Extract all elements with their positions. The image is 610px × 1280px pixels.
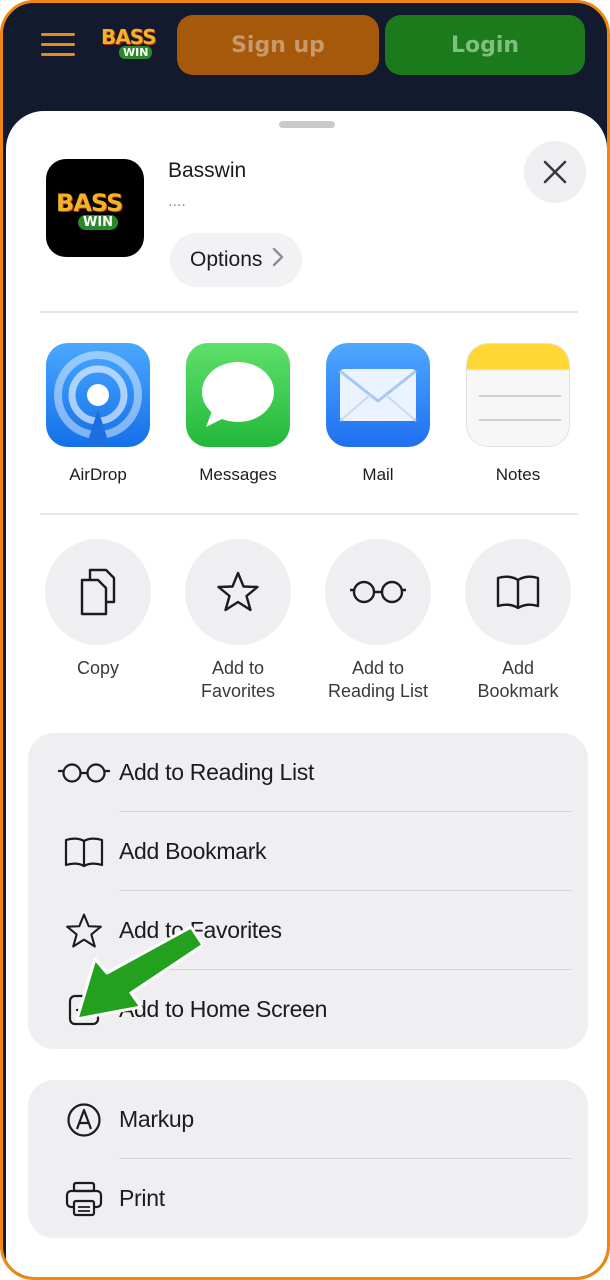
action-circle: [185, 539, 291, 645]
book-icon: [496, 575, 540, 610]
action-add-bookmark[interactable]: Add Bookmark: [448, 539, 588, 703]
site-logo-bottom: WIN: [119, 46, 153, 59]
action-copy[interactable]: Copy: [28, 539, 168, 680]
site-logo[interactable]: BASS WIN: [101, 25, 163, 65]
glasses-icon: [350, 580, 406, 604]
share-app-airdrop[interactable]: AirDrop: [38, 343, 158, 485]
action-label: Copy: [76, 658, 120, 678]
markup-icon: [58, 1100, 110, 1140]
messages-icon: [186, 343, 290, 447]
notes-icon: [466, 343, 570, 447]
share-app-mail[interactable]: Mail: [318, 343, 438, 485]
share-app-label: Messages: [199, 465, 277, 484]
star-icon: [217, 571, 259, 612]
star-icon: [58, 911, 110, 951]
screenshot-frame: BASS WIN Sign up Login BASS WIN Basswin …: [0, 0, 610, 1280]
list-item-label: Add Bookmark: [119, 838, 267, 864]
actions-list: Add to Reading List Add Bookmark Add to …: [28, 733, 588, 1049]
share-app-label: Notes: [495, 465, 541, 484]
airdrop-icon: [46, 343, 150, 447]
divider: [40, 311, 578, 313]
sign-up-button[interactable]: Sign up: [177, 15, 379, 75]
quick-actions-row: Copy Add to Favorites Add to Reading Lis…: [6, 539, 607, 709]
action-circle: [465, 539, 571, 645]
share-apps-row: AirDrop Messages Mail Notes: [6, 343, 607, 493]
list-item-label: Markup: [119, 1106, 194, 1132]
list-item-label: Add to Reading List: [119, 759, 315, 785]
add-square-icon: [58, 990, 110, 1030]
action-label: Add to Favorites: [200, 658, 276, 701]
share-app-label: AirDrop: [69, 465, 127, 484]
list-item-label: Add to Favorites: [119, 917, 282, 943]
list-item-label: Add to Home Screen: [119, 996, 328, 1022]
list-item-add-to-favorites[interactable]: Add to Favorites: [28, 891, 588, 970]
more-actions-list: Markup Print: [28, 1080, 588, 1238]
copy-icon: [80, 568, 116, 616]
action-add-to-reading-list[interactable]: Add to Reading List: [308, 539, 448, 703]
app-icon: BASS WIN: [46, 159, 144, 257]
mail-icon: [326, 343, 430, 447]
sheet-grabber[interactable]: [279, 121, 335, 128]
list-item-add-to-home-screen[interactable]: Add to Home Screen: [28, 970, 588, 1049]
list-item-add-to-reading-list[interactable]: Add to Reading List: [28, 733, 588, 812]
list-item-markup[interactable]: Markup: [28, 1080, 588, 1159]
close-icon: [543, 160, 567, 184]
login-button[interactable]: Login: [385, 15, 585, 75]
action-label: Add Bookmark: [477, 658, 559, 701]
action-circle: [325, 539, 431, 645]
printer-icon: [58, 1179, 110, 1219]
glasses-icon: [58, 753, 110, 793]
divider: [40, 513, 578, 515]
list-item-add-bookmark[interactable]: Add Bookmark: [28, 812, 588, 891]
action-circle: [45, 539, 151, 645]
close-button[interactable]: [524, 141, 586, 203]
options-button[interactable]: Options: [170, 233, 303, 287]
share-app-notes[interactable]: Notes: [458, 343, 578, 485]
app-title: Basswin: [168, 159, 247, 182]
chevron-right-icon: [272, 247, 284, 273]
list-item-print[interactable]: Print: [28, 1159, 588, 1238]
site-header: BASS WIN Sign up Login: [3, 3, 607, 113]
action-add-to-favorites[interactable]: Add to Favorites: [168, 539, 308, 703]
action-label: Add to Reading List: [327, 658, 429, 701]
options-label: Options: [190, 248, 263, 271]
hamburger-menu-icon[interactable]: [41, 33, 75, 59]
app-icon-logo-top: BASS: [56, 189, 123, 217]
book-icon: [58, 832, 110, 872]
share-sheet: BASS WIN Basswin .... Options AirDrop Me…: [6, 111, 607, 1277]
list-item-label: Print: [119, 1185, 165, 1211]
share-app-label: Mail: [362, 465, 394, 484]
share-app-messages[interactable]: Messages: [178, 343, 298, 485]
app-icon-logo-bottom: WIN: [78, 215, 119, 230]
app-subtitle: ....: [168, 193, 186, 210]
